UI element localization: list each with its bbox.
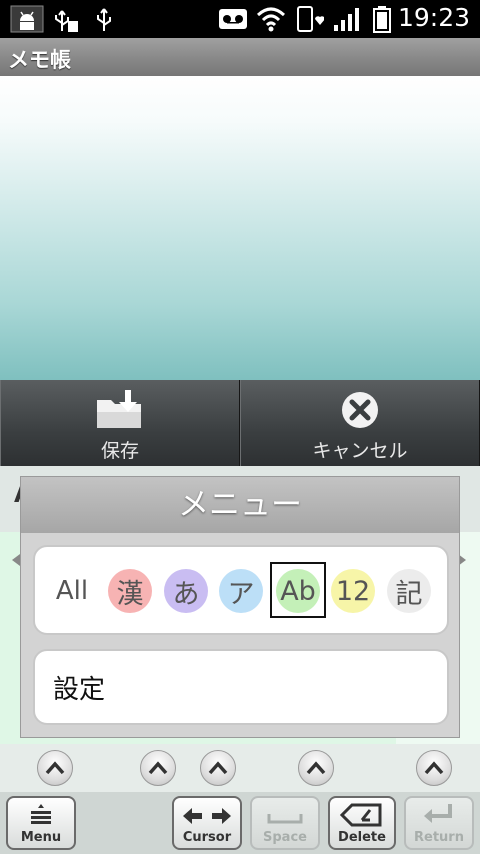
mode-number[interactable]: 12 xyxy=(331,569,375,613)
save-button[interactable]: 保存 xyxy=(0,380,240,466)
settings-item[interactable]: 設定 xyxy=(33,649,449,725)
settings-label: 設定 xyxy=(53,675,106,705)
mode-kanji[interactable]: 漢 xyxy=(108,569,152,613)
chevron-up-icon[interactable] xyxy=(37,750,73,786)
save-download-icon xyxy=(95,390,145,434)
scroll-left-icon[interactable] xyxy=(12,554,20,566)
cursor-key[interactable]: Cursor xyxy=(172,796,242,850)
selected-mode-outline xyxy=(270,562,326,618)
status-bar: 19:23 xyxy=(0,0,480,38)
cancel-button[interactable]: キャンセル xyxy=(240,380,480,466)
function-key-row: Menu Cursor Space Delete Return xyxy=(0,792,480,854)
space-key-label: Space xyxy=(263,830,307,845)
close-circle-icon xyxy=(340,390,380,434)
title-bar: メモ帳 xyxy=(0,38,480,76)
status-time: 19:23 xyxy=(397,3,470,32)
chevron-up-icon[interactable] xyxy=(416,750,452,786)
menu-key[interactable]: Menu xyxy=(6,796,76,850)
voicemail-icon xyxy=(218,5,248,33)
action-bar: 保存 キャンセル xyxy=(0,380,480,466)
signal-icon xyxy=(332,5,362,33)
dialog-title: メニュー xyxy=(21,477,459,533)
mode-hiragana[interactable]: あ xyxy=(164,569,208,613)
memo-editor[interactable] xyxy=(0,76,480,380)
cancel-label: キャンセル xyxy=(312,440,408,462)
usb-icon xyxy=(92,5,116,33)
chevron-up-icon[interactable] xyxy=(200,750,236,786)
usb-sd-icon xyxy=(52,5,80,33)
app-title: メモ帳 xyxy=(8,48,71,72)
return-key-label: Return xyxy=(414,830,464,845)
wifi-icon xyxy=(256,5,286,33)
cursor-key-label: Cursor xyxy=(182,830,232,845)
save-label: 保存 xyxy=(100,440,139,462)
space-key[interactable]: Space xyxy=(250,796,320,850)
delete-key[interactable]: Delete xyxy=(328,796,396,850)
delete-key-label: Delete xyxy=(338,830,386,845)
android-debug-icon xyxy=(10,5,44,33)
return-key[interactable]: Return xyxy=(404,796,474,850)
phone-heart-icon xyxy=(296,5,324,33)
mode-katakana[interactable]: ア xyxy=(219,569,263,613)
menu-dialog: メニュー All 漢 あ ア Ab 12 記 設定 xyxy=(20,476,460,738)
battery-icon xyxy=(372,5,392,33)
chevron-up-icon[interactable] xyxy=(298,750,334,786)
space-icon xyxy=(267,814,303,824)
return-icon xyxy=(424,804,452,823)
backspace-icon xyxy=(340,803,382,827)
mode-symbol[interactable]: 記 xyxy=(387,569,431,613)
mode-all[interactable]: All xyxy=(50,569,94,613)
input-mode-panel: All 漢 あ ア Ab 12 記 xyxy=(33,545,449,635)
menu-icon xyxy=(31,804,51,824)
chevron-up-icon[interactable] xyxy=(140,750,176,786)
menu-key-label: Menu xyxy=(20,830,62,845)
left-right-arrow-icon xyxy=(183,808,231,824)
